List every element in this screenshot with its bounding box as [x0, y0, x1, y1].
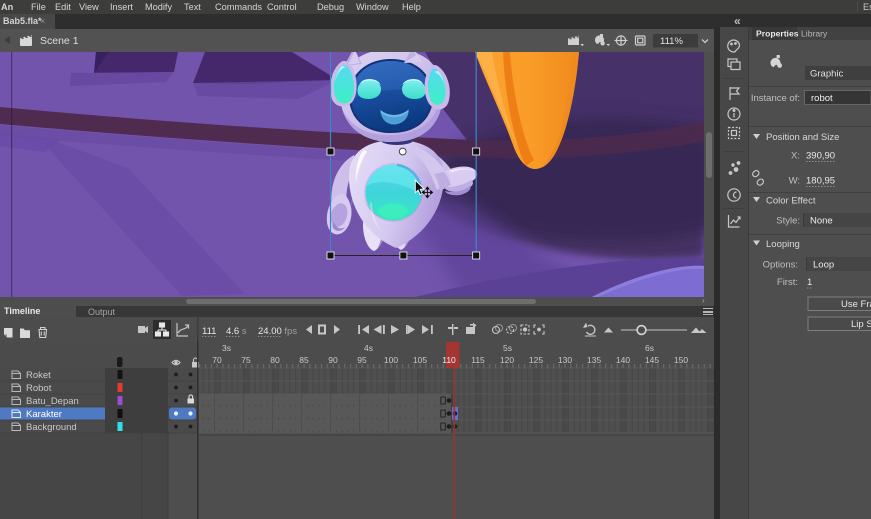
- svg-text:90: 90: [328, 355, 338, 365]
- svg-text:Loop: Loop: [813, 260, 834, 271]
- svg-text:Graphic: Graphic: [810, 69, 844, 80]
- svg-text:4.6 s: 4.6 s: [226, 326, 247, 337]
- svg-text:150: 150: [674, 355, 688, 365]
- svg-text:Karakter: Karakter: [26, 409, 62, 420]
- svg-text:Roket: Roket: [26, 370, 51, 381]
- svg-text:115: 115: [471, 355, 485, 365]
- svg-text:145: 145: [645, 355, 659, 365]
- svg-text:140: 140: [616, 355, 630, 365]
- svg-text:130: 130: [558, 355, 572, 365]
- svg-text:Looping: Looping: [766, 239, 800, 250]
- svg-text:105: 105: [413, 355, 427, 365]
- svg-text:Robot: Robot: [26, 383, 52, 394]
- svg-text:1: 1: [807, 277, 812, 288]
- svg-text:Batu_Depan: Batu_Depan: [26, 396, 79, 407]
- svg-text:390,90: 390,90: [806, 151, 835, 162]
- svg-text:Style:: Style:: [776, 216, 800, 227]
- svg-text:85: 85: [299, 355, 309, 365]
- svg-text:180,95: 180,95: [806, 176, 835, 187]
- svg-text:75: 75: [241, 355, 251, 365]
- svg-text:110: 110: [442, 355, 456, 365]
- svg-text:24.00 fps: 24.00 fps: [258, 326, 297, 337]
- svg-text:95: 95: [357, 355, 367, 365]
- svg-text:5s: 5s: [503, 343, 512, 353]
- svg-text:111: 111: [202, 326, 216, 337]
- svg-text:Scene 1: Scene 1: [40, 35, 79, 47]
- svg-text:Options:: Options:: [763, 260, 798, 271]
- svg-text:First:: First:: [777, 277, 798, 288]
- svg-text:Library: Library: [801, 29, 828, 39]
- svg-text:None: None: [810, 216, 833, 227]
- svg-text:70: 70: [212, 355, 222, 365]
- svg-text:111%: 111%: [660, 36, 683, 47]
- svg-text:X:: X:: [791, 151, 800, 162]
- svg-text:125: 125: [529, 355, 543, 365]
- svg-text:3s: 3s: [222, 343, 231, 353]
- svg-text:Position and Size: Position and Size: [766, 132, 839, 143]
- svg-text:W:: W:: [789, 176, 800, 187]
- svg-text:robot: robot: [811, 93, 833, 104]
- svg-text:120: 120: [500, 355, 514, 365]
- svg-text:Lip S: Lip S: [851, 319, 871, 330]
- svg-text:80: 80: [270, 355, 280, 365]
- svg-text:Properties: Properties: [756, 29, 799, 39]
- svg-text:135: 135: [587, 355, 601, 365]
- svg-text:4s: 4s: [364, 343, 373, 353]
- svg-text:Background: Background: [26, 422, 77, 433]
- svg-text:Use Fra: Use Fra: [841, 299, 871, 310]
- svg-text:Color Effect: Color Effect: [766, 196, 816, 207]
- svg-text:100: 100: [384, 355, 398, 365]
- svg-text:6s: 6s: [645, 343, 654, 353]
- svg-text:Instance of:: Instance of:: [751, 93, 800, 104]
